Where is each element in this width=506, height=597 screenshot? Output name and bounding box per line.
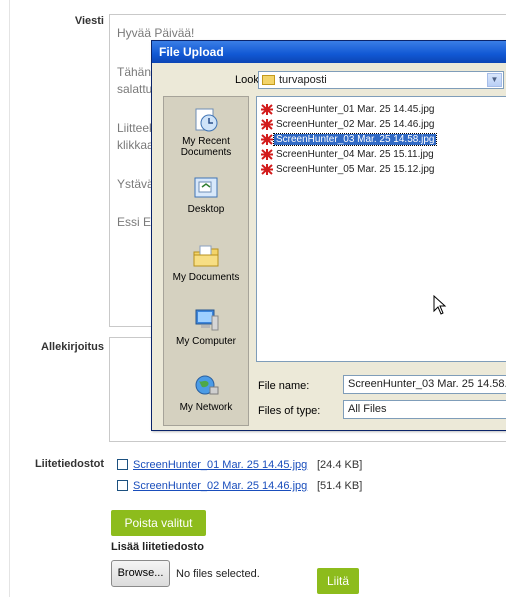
file-item[interactable]: ScreenHunter_02 Mar. 25 14.46.jpg (259, 118, 436, 131)
look-in-value: turvaposti (279, 74, 327, 86)
place-label: Desktop (187, 204, 225, 215)
file-name: ScreenHunter_02 Mar. 25 14.46.jpg (276, 119, 435, 130)
message-line: Hyvää Päivää! (117, 26, 195, 40)
place-my-computer[interactable]: My Computer (164, 307, 248, 347)
jpg-file-icon (261, 134, 273, 145)
attachment-size: [24.4 KB] (317, 459, 363, 471)
jpg-file-icon (261, 104, 273, 115)
file-name: ScreenHunter_01 Mar. 25 14.45.jpg (276, 104, 435, 115)
jpg-file-icon (261, 164, 273, 175)
place-label: My Recent Documents (180, 136, 232, 158)
browse-button[interactable]: Browse... (111, 560, 170, 587)
file-name: ScreenHunter_03 Mar. 25 14.58.jpg (272, 133, 438, 146)
place-my-network[interactable]: My Network (164, 373, 248, 413)
message-label: Viesti (74, 15, 104, 27)
dialog-titlebar[interactable]: File Upload (152, 41, 506, 63)
message-line: Liitteek (117, 121, 156, 135)
file-type-label: Files of type: (258, 405, 321, 417)
file-name: ScreenHunter_05 Mar. 25 15.12.jpg (276, 164, 435, 175)
file-item-selected[interactable]: ScreenHunter_03 Mar. 25 14.58.jpg (259, 133, 438, 146)
desktop-icon (192, 175, 220, 201)
attachment-link[interactable]: ScreenHunter_02 Mar. 25 14.46.jpg (133, 480, 307, 492)
place-my-documents[interactable]: My Documents (164, 243, 248, 283)
signature-label: Allekirjoitus (41, 341, 104, 353)
place-desktop[interactable]: Desktop (164, 175, 248, 215)
attachment-size: [51.4 KB] (317, 480, 363, 492)
dialog-title: File Upload (159, 45, 224, 59)
my-network-icon (192, 373, 220, 399)
no-file-selected-text: No files selected. (176, 568, 260, 580)
places-bar: My Recent Documents Desktop My Documents… (163, 96, 249, 426)
place-label: My Computer (175, 336, 236, 347)
attachment-checkbox[interactable] (117, 459, 128, 470)
attachment-checkbox[interactable] (117, 480, 128, 491)
place-my-recent-documents[interactable]: My Recent Documents (164, 107, 248, 158)
message-line: Tähän (117, 65, 152, 79)
my-computer-icon (192, 307, 220, 333)
remove-selected-button[interactable]: Poista valitut (111, 510, 206, 536)
attachment-link[interactable]: ScreenHunter_01 Mar. 25 14.45.jpg (133, 459, 307, 471)
attachments-label: Liitetiedostot (34, 458, 104, 470)
place-label: My Network (179, 402, 233, 413)
file-name-input[interactable]: ScreenHunter_03 Mar. 25 14.58.jpg (343, 375, 506, 394)
file-item[interactable]: ScreenHunter_01 Mar. 25 14.45.jpg (259, 103, 436, 116)
my-documents-icon (192, 243, 220, 269)
attach-button[interactable]: Liitä (317, 568, 359, 594)
file-item[interactable]: ScreenHunter_05 Mar. 25 15.12.jpg (259, 163, 436, 176)
file-type-select[interactable]: All Files (343, 400, 506, 419)
file-item[interactable]: ScreenHunter_04 Mar. 25 15.11.jpg (259, 148, 436, 161)
folder-icon (262, 75, 275, 85)
look-in-select[interactable]: turvaposti ▼ (258, 71, 504, 89)
file-list: ScreenHunter_01 Mar. 25 14.45.jpg Screen… (256, 96, 506, 362)
jpg-file-icon (261, 149, 273, 160)
file-name: ScreenHunter_04 Mar. 25 15.11.jpg (276, 149, 434, 160)
recent-documents-icon (192, 107, 220, 133)
add-attachment-label: Lisää liitetiedosto (111, 541, 204, 553)
file-upload-dialog: File Upload Look in: turvaposti ▼ My Rec… (151, 40, 506, 431)
file-name-label: File name: (258, 380, 310, 392)
chevron-down-icon[interactable]: ▼ (487, 73, 502, 87)
jpg-file-icon (261, 119, 273, 130)
page-divider (9, 0, 10, 597)
place-label: My Documents (172, 272, 240, 283)
mouse-cursor-icon (433, 295, 447, 315)
